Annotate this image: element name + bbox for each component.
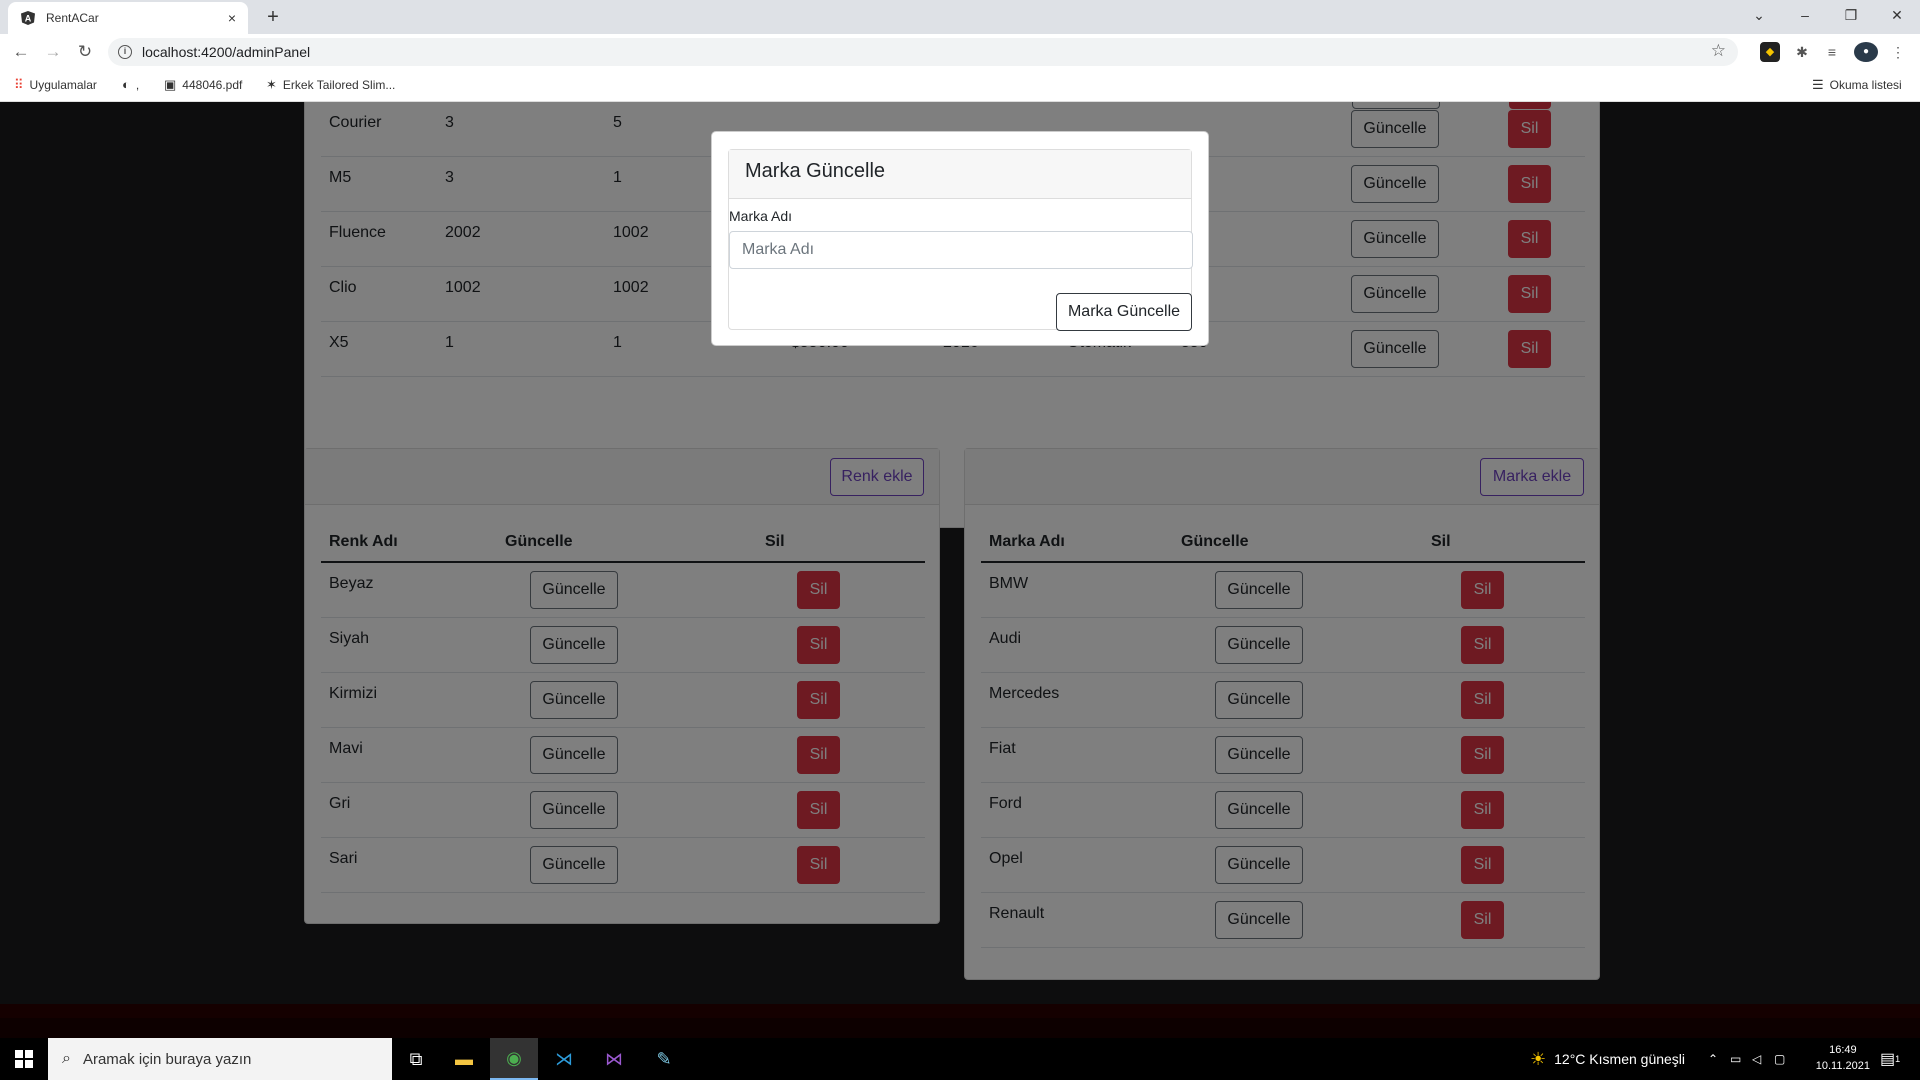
forward-icon[interactable]: →: [40, 40, 66, 64]
restore-icon[interactable]: ❐: [1828, 0, 1874, 30]
brand-name-label: Marka Adı: [729, 208, 793, 224]
clock-date: 10.11.2021: [1815, 1060, 1870, 1072]
bookmark-star-icon[interactable]: ☆: [1711, 41, 1726, 61]
reading-mode-icon[interactable]: ≡: [1822, 42, 1842, 62]
extension-icon[interactable]: ◆: [1760, 42, 1780, 62]
apps-grid-icon: ⠿: [14, 77, 24, 92]
modal-card: Marka Güncelle Marka Adı Marka Güncelle: [728, 149, 1193, 331]
tab-close-icon[interactable]: ×: [228, 10, 236, 26]
bookmark-pdf[interactable]: ▣ 448046.pdf: [164, 77, 242, 93]
image-file-icon: ▣: [164, 77, 177, 92]
weather-widget[interactable]: ☀ 12°C Kısmen güneşli: [1530, 1038, 1685, 1080]
reading-list-icon: ☰: [1812, 77, 1824, 92]
bookmarks-bar: ⠿ Uygulamalar ◐ , ▣ 448046.pdf ✶ Erkek T…: [0, 70, 1920, 102]
bookmark-globe[interactable]: ◐ ,: [122, 77, 139, 92]
globe-icon: ◐: [122, 77, 130, 92]
windows-start-icon[interactable]: [0, 1038, 48, 1080]
brand-name-input[interactable]: [729, 231, 1193, 269]
vscode-icon[interactable]: ⋊: [540, 1038, 588, 1080]
url-text: localhost:4200/adminPanel: [142, 44, 311, 60]
volume-icon[interactable]: ◁: [1752, 1038, 1761, 1080]
weather-sun-icon: ☀: [1530, 1048, 1547, 1069]
taskbar-search-box[interactable]: ⌕ Aramak için buraya yazın: [48, 1038, 392, 1080]
new-tab-button[interactable]: +: [260, 4, 286, 30]
tab-search-icon[interactable]: ⌄: [1736, 0, 1782, 30]
svg-text:A: A: [25, 14, 32, 24]
modal-title: Marka Güncelle: [729, 150, 1191, 199]
bookmark-shop[interactable]: ✶ Erkek Tailored Slim...: [266, 77, 395, 93]
search-icon: ⌕: [62, 1050, 71, 1067]
reading-list-button[interactable]: ☰ Okuma listesi: [1812, 77, 1902, 93]
notification-count: 1: [1895, 1054, 1901, 1064]
window-close-icon[interactable]: ✕: [1874, 0, 1920, 30]
more-menu-icon[interactable]: ⋮: [1888, 42, 1908, 62]
omnibox[interactable]: i localhost:4200/adminPanel ☆: [108, 38, 1738, 66]
taskbar-clock[interactable]: 16:49 10.11.2021: [1816, 1042, 1870, 1074]
site-info-icon[interactable]: i: [118, 45, 132, 59]
update-brand-submit-button[interactable]: Marka Güncelle: [1056, 293, 1192, 331]
task-view-icon[interactable]: ⧉: [392, 1038, 440, 1080]
back-icon[interactable]: ←: [8, 40, 34, 64]
search-placeholder: Aramak için buraya yazın: [82, 1050, 252, 1068]
bookmark-apps[interactable]: ⠿ Uygulamalar: [14, 77, 97, 93]
bookmark-label: 448046.pdf: [182, 78, 243, 92]
visual-studio-icon[interactable]: ⋈: [590, 1038, 638, 1080]
minimize-icon[interactable]: –: [1782, 0, 1828, 30]
bookmark-label: Uygulamalar: [29, 78, 97, 92]
browser-tab[interactable]: A RentACar ×: [8, 2, 248, 34]
bookmark-label: ,: [135, 77, 140, 92]
file-explorer-icon[interactable]: ▬: [440, 1038, 488, 1080]
weather-text: 12°C Kısmen güneşli: [1554, 1051, 1686, 1067]
windows-taskbar: ⌕ Aramak için buraya yazın ⧉ ▬ ◉ ⋊ ⋈ ✎ ☀…: [0, 1038, 1920, 1080]
paint-icon[interactable]: ✎: [640, 1038, 688, 1080]
profile-avatar-icon[interactable]: ●: [1854, 42, 1878, 62]
star-shape-icon: ✶: [266, 77, 277, 92]
update-brand-modal: Marka Güncelle Marka Adı Marka Güncelle: [711, 131, 1209, 346]
tray-chevron-icon[interactable]: ⌃: [1708, 1038, 1718, 1080]
extensions-puzzle-icon[interactable]: ✱: [1792, 42, 1812, 62]
clock-time: 16:49: [1829, 1044, 1857, 1056]
reload-icon[interactable]: ↻: [72, 40, 98, 64]
browser-tabbar: A RentACar × + ⌄ – ❐ ✕: [0, 0, 1920, 34]
reading-list-label: Okuma listesi: [1829, 78, 1902, 92]
bookmark-label: Erkek Tailored Slim...: [282, 78, 396, 92]
chrome-icon[interactable]: ◉: [490, 1038, 538, 1080]
display-icon[interactable]: ▢: [1774, 1038, 1785, 1080]
notification-center-icon[interactable]: ▤ 1: [1880, 1038, 1900, 1080]
tab-title: RentACar: [46, 11, 99, 25]
network-icon[interactable]: ▭: [1730, 1038, 1741, 1080]
address-bar-row: ← → ↻ i localhost:4200/adminPanel ☆ ◆ ✱ …: [0, 34, 1920, 70]
angular-logo-icon: A: [20, 10, 36, 26]
